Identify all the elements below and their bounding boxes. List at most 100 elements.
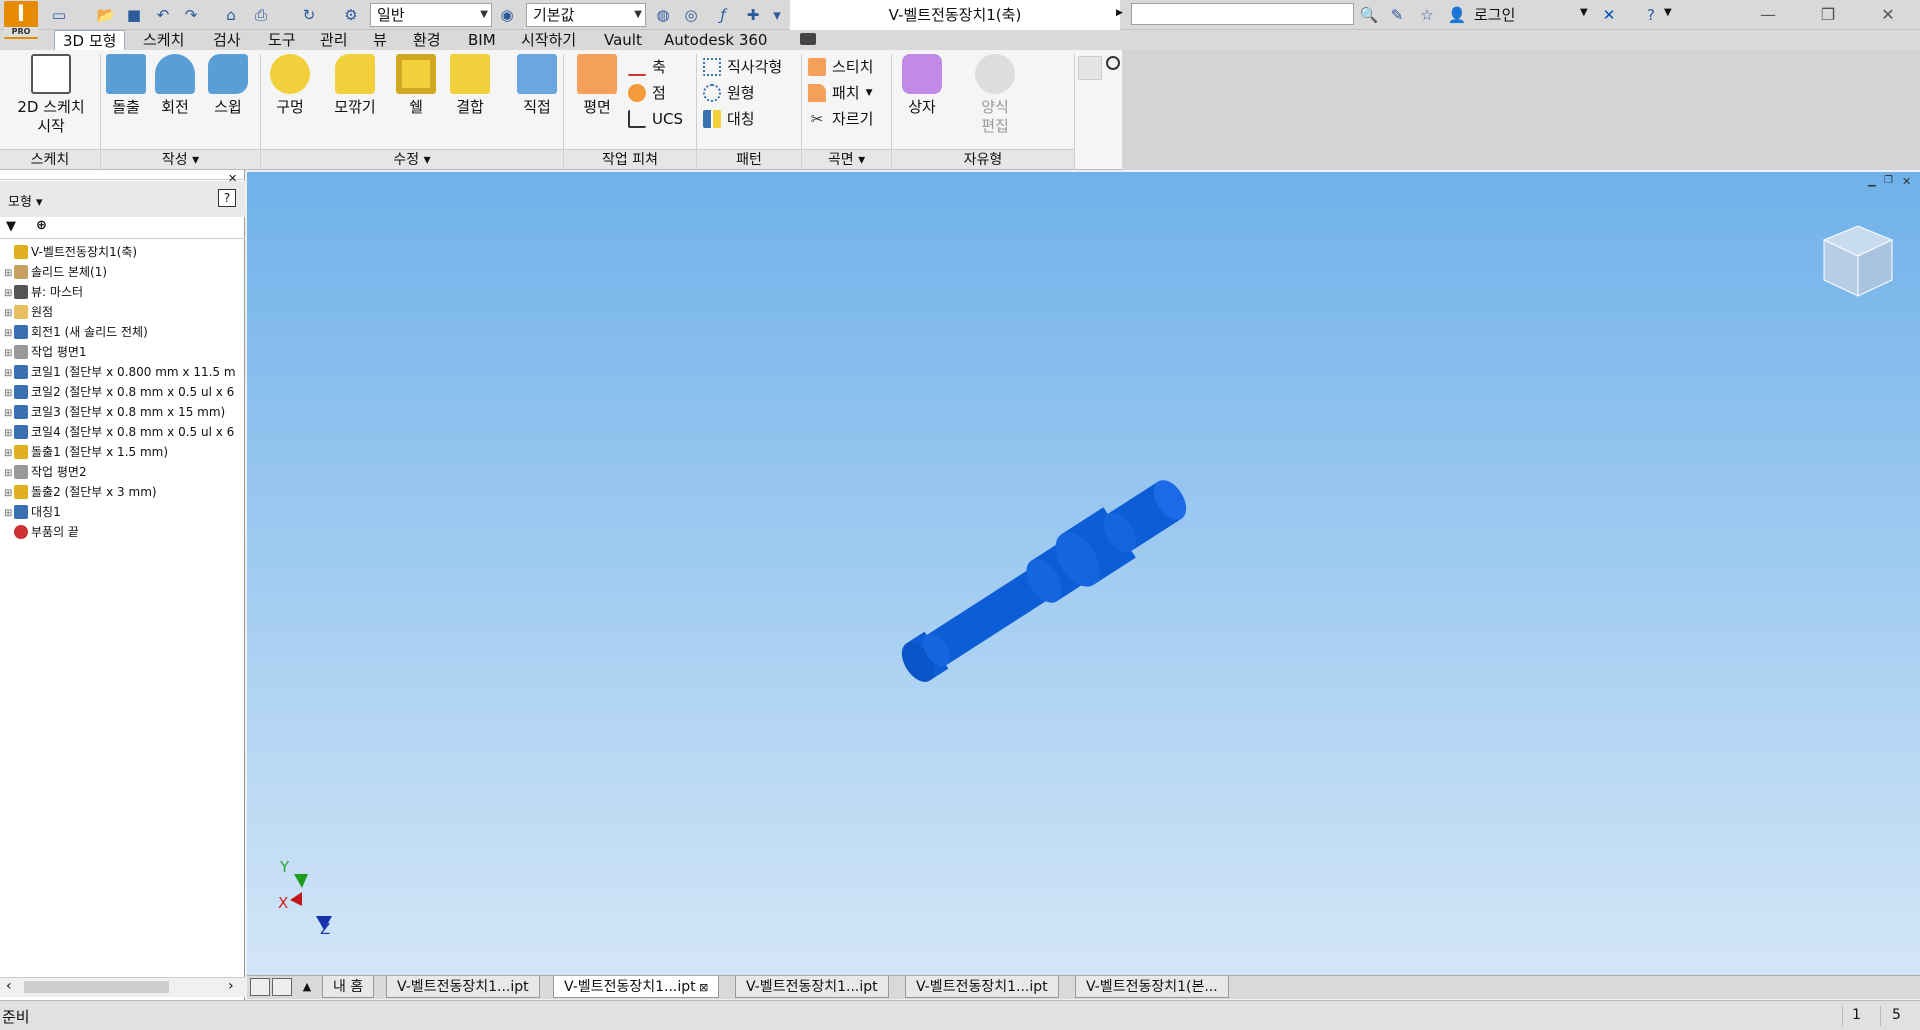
cascade-windows-icon[interactable] <box>250 978 270 996</box>
viewcube[interactable] <box>1818 218 1898 302</box>
appearance-icon[interactable]: ◍ <box>652 4 674 26</box>
login-label[interactable]: 로그인 <box>1474 4 1515 25</box>
function-icon[interactable]: ƒ <box>712 4 734 26</box>
open-folder-icon[interactable]: 📂 <box>95 4 117 26</box>
scroll-thumb[interactable] <box>24 981 169 993</box>
expand-icon[interactable]: ⊞ <box>4 344 14 364</box>
new-file-icon[interactable]: ▭ <box>48 4 70 26</box>
doc-tab-home[interactable]: 내 홈 <box>322 976 375 998</box>
viewport-close-icon[interactable]: ✕ <box>1902 175 1911 188</box>
tile-windows-icon[interactable] <box>272 978 292 996</box>
patch-button[interactable]: 패치 ▼ <box>808 80 873 106</box>
expand-arrow-icon[interactable]: ▶ <box>1116 8 1123 18</box>
tree-item[interactable]: ⊞ 솔리드 본체(1) <box>4 262 242 282</box>
tree-item[interactable]: ⊞ 코일2 (절단부 x 0.8 mm x 0.5 ul x 6 <box>4 382 242 402</box>
panel-create-label[interactable]: 작성 ▾ <box>101 149 260 169</box>
tree-item[interactable]: ⊞ 코일4 (절단부 x 0.8 mm x 0.5 ul x 6 <box>4 422 242 442</box>
help-icon[interactable]: ? <box>1640 4 1662 26</box>
doc-tab[interactable]: V-벨트전동장치1(본... <box>1075 976 1229 998</box>
login-dropdown-icon[interactable]: ▼ <box>1580 7 1588 18</box>
browser-title-dropdown[interactable]: 모형 ▾ <box>8 191 43 210</box>
tab-inspect[interactable]: 검사 <box>205 30 249 50</box>
binoculars-icon[interactable]: 🔍 <box>1358 4 1380 26</box>
expand-icon[interactable]: ⊞ <box>4 384 14 404</box>
material-dropdown[interactable]: 기본값 ▼ <box>526 3 646 27</box>
viewport-restore-icon[interactable]: ❐ <box>1884 175 1893 186</box>
close-button[interactable]: ✕ <box>1860 0 1916 30</box>
shell-button[interactable]: 쉘 <box>396 54 436 117</box>
doc-tab[interactable]: V-벨트전동장치1...ipt <box>905 976 1059 998</box>
tree-item[interactable]: ⊞ 회전1 (새 솔리드 전체) <box>4 322 242 342</box>
expand-icon[interactable]: ⊞ <box>4 304 14 324</box>
save-icon[interactable]: ■ <box>123 4 145 26</box>
qat-dropdown-icon[interactable]: ▾ <box>766 4 788 26</box>
tab-3d-model[interactable]: 3D 모형 <box>54 30 126 50</box>
tree-item[interactable]: 부품의 끝 <box>4 522 242 542</box>
edit-form-button[interactable]: 양식 편집 <box>970 54 1020 136</box>
update-icon[interactable]: ↻ <box>298 4 320 26</box>
tab-tools[interactable]: 도구 <box>260 30 304 50</box>
clear-appearance-icon[interactable]: ◎ <box>680 4 702 26</box>
user-icon[interactable]: 👤 <box>1446 4 1468 26</box>
point-button[interactable]: 점 <box>628 80 683 106</box>
communication-icon[interactable]: ✎ <box>1386 4 1408 26</box>
browser-help-icon[interactable]: ? <box>218 189 236 207</box>
tab-getting-started[interactable]: 시작하기 <box>513 30 584 50</box>
sweep-button[interactable]: 스윕 <box>208 54 248 117</box>
tab-environment[interactable]: 환경 <box>405 30 449 50</box>
redo-icon[interactable]: ↷ <box>180 4 202 26</box>
rectangular-pattern-button[interactable]: 직사각형 <box>703 54 782 80</box>
direct-edit-button[interactable]: 직접 <box>515 54 559 117</box>
color-sphere-icon[interactable]: ◉ <box>496 4 518 26</box>
find-binoculars-icon[interactable]: ⊕ <box>36 218 47 233</box>
restore-button[interactable]: ❐ <box>1800 0 1856 30</box>
tree-root-item[interactable]: V-벨트전동장치1(축) <box>4 242 242 262</box>
revolve-button[interactable]: 회전 <box>155 54 195 117</box>
trim-button[interactable]: ✂ 자르기 <box>808 106 874 132</box>
help-dropdown-icon[interactable]: ▼ <box>1664 7 1672 18</box>
tree-item[interactable]: ⊞ 돌출1 (절단부 x 1.5 mm) <box>4 442 242 462</box>
doc-tab-close-icon[interactable]: ⊠ <box>696 981 708 994</box>
tab-bim[interactable]: BIM <box>460 30 504 50</box>
style-dropdown[interactable]: 일반 ▼ <box>370 3 492 27</box>
expand-icon[interactable]: ⊞ <box>4 404 14 424</box>
help-search-input[interactable] <box>1131 3 1354 25</box>
circular-pattern-button[interactable]: 원형 <box>703 80 782 106</box>
doc-tab[interactable]: V-벨트전동장치1...ipt <box>386 976 540 998</box>
tree-item[interactable]: ⊞ 원점 <box>4 302 242 322</box>
tab-menu-icon[interactable]: ▲ <box>296 976 318 998</box>
panel-surface-label[interactable]: 곡면 ▾ <box>802 149 891 169</box>
box-button[interactable]: 상자 <box>900 54 944 117</box>
tree-item[interactable]: ⊞ 코일3 (절단부 x 0.8 mm x 15 mm) <box>4 402 242 422</box>
print-icon[interactable]: ⎙ <box>250 4 272 26</box>
app-logo[interactable]: I PRO <box>4 1 38 39</box>
stitch-button[interactable]: 스티치 <box>808 54 873 80</box>
home-icon[interactable]: ⌂ <box>220 4 242 26</box>
tab-vault[interactable]: Vault <box>596 30 650 50</box>
expand-icon[interactable]: ⊞ <box>4 324 14 344</box>
panel-modify-label[interactable]: 수정 ▾ <box>261 149 563 169</box>
filter-icon[interactable]: ▼ <box>6 219 16 234</box>
tab-view[interactable]: 뷰 <box>365 30 395 50</box>
expand-icon[interactable]: ⊞ <box>4 364 14 384</box>
expand-icon[interactable]: ⊞ <box>4 484 14 504</box>
axis-button[interactable]: 축 <box>628 54 683 80</box>
doc-tab[interactable]: V-벨트전동장치1...ipt <box>735 976 889 998</box>
settings-icon[interactable]: ⚙ <box>340 4 362 26</box>
convert-icon[interactable] <box>1078 56 1102 80</box>
overflow-dropdown-icon[interactable] <box>1106 56 1120 70</box>
undo-icon[interactable]: ↶ <box>152 4 174 26</box>
tree-item[interactable]: ⊞ 뷰: 마스터 <box>4 282 242 302</box>
expand-icon[interactable]: ⊞ <box>4 424 14 444</box>
expand-icon[interactable]: ⊞ <box>4 264 14 284</box>
start-2d-sketch-button[interactable]: 2D 스케치 시작 <box>8 54 94 136</box>
tree-item[interactable]: ⊞ 작업 평면1 <box>4 342 242 362</box>
tab-autodesk-360[interactable]: Autodesk 360 <box>656 30 775 50</box>
scroll-right-icon[interactable]: › <box>228 978 234 994</box>
tree-item[interactable]: ⊞ 대칭1 <box>4 502 242 522</box>
browser-grip[interactable] <box>0 172 245 180</box>
ucs-button[interactable]: UCS <box>628 106 683 132</box>
expand-icon[interactable]: ⊞ <box>4 444 14 464</box>
scroll-left-icon[interactable]: ‹ <box>6 978 12 994</box>
tab-manage[interactable]: 관리 <box>312 30 356 50</box>
